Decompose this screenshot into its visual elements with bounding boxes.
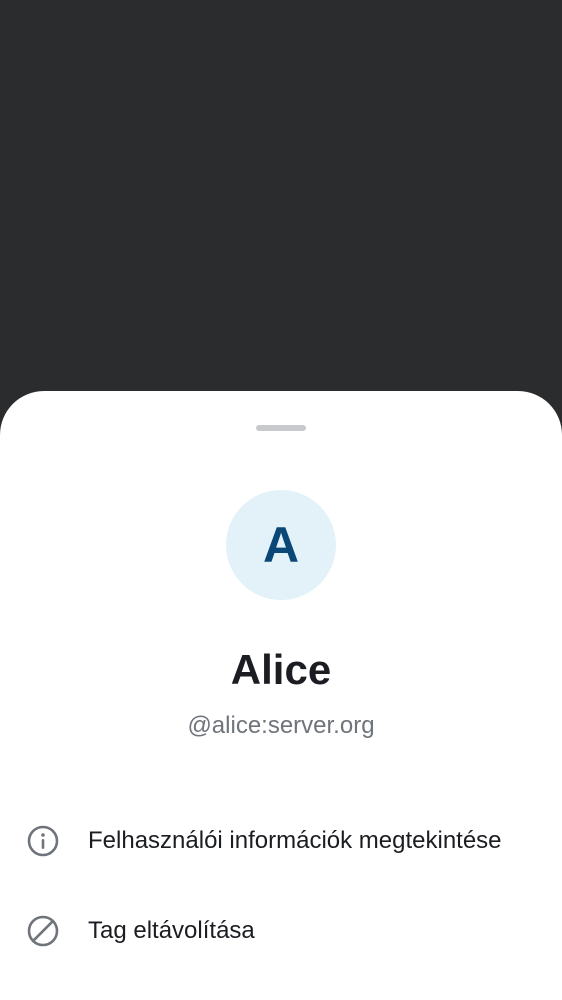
remove-member-label: Tag eltávolítása: [88, 917, 255, 944]
avatar: A: [226, 490, 336, 600]
block-icon: [27, 915, 59, 947]
remove-member-button[interactable]: Tag eltávolítása: [0, 903, 562, 959]
user-id: @alice:server.org: [187, 712, 375, 739]
view-user-info-label: Felhasználói információk megtekintése: [88, 827, 502, 854]
member-bottom-sheet: A Alice @alice:server.org Felhasználói i…: [0, 391, 562, 1000]
avatar-initial: A: [262, 517, 300, 573]
display-name: Alice: [230, 646, 332, 693]
info-icon: [27, 825, 59, 857]
view-user-info-button[interactable]: Felhasználói információk megtekintése: [0, 801, 562, 881]
drag-handle[interactable]: [256, 425, 306, 431]
